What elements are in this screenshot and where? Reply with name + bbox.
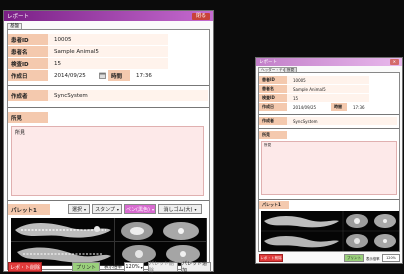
time-field[interactable]: 17:36	[130, 70, 170, 81]
zoom-select[interactable]: 120% ▾	[124, 262, 144, 272]
ct-scan-image[interactable]	[11, 218, 207, 266]
patient-id-label: 患者ID	[8, 34, 48, 45]
close-button[interactable]: 閉る	[191, 12, 210, 20]
calendar-icon[interactable]	[96, 70, 108, 81]
palette-label: パレット1	[259, 201, 289, 209]
patient-id-field[interactable]: 10005	[287, 76, 369, 84]
report-delete-button[interactable]: レポ・ト削除	[259, 254, 283, 262]
chevron-down-icon: ▾	[194, 206, 197, 212]
report-panel: 患者ID 10005 患者名 Sample Animal5 検査ID 15 作成…	[258, 72, 400, 252]
exam-id-row: 検査ID 15	[8, 58, 168, 69]
date-label: 作成日	[259, 103, 287, 111]
stamp-label: スタンプ	[95, 206, 115, 213]
time-field[interactable]: 17:36	[347, 103, 377, 111]
chevron-down-icon: ▾	[151, 206, 154, 212]
date-field[interactable]: 2014/09/25	[287, 103, 331, 111]
select-dropdown[interactable]: 選択 ▾	[68, 204, 90, 214]
findings-label: 所見	[259, 131, 287, 139]
findings-textarea[interactable]: 所見	[261, 141, 397, 195]
title-bar[interactable]: レポート ✕	[256, 58, 402, 66]
date-row: 作成日 2014/09/25 時間 17:36	[8, 70, 198, 81]
palette-toolbar: パレット1 選択 ▾ スタンプ ▾ ペン(黒色) ▾ 消しゴム(大) ▾	[8, 204, 209, 215]
eraser-label: 消しゴム(大)	[163, 206, 193, 213]
patient-name-label: 患者名	[259, 85, 287, 93]
patient-name-field[interactable]: Sample Animal5	[48, 46, 168, 57]
eraser-dropdown[interactable]: 消しゴム(大) ▾	[158, 204, 202, 214]
scan-cell	[115, 218, 207, 242]
date-field[interactable]: 2014/09/25	[48, 70, 96, 81]
exam-id-field[interactable]: 15	[48, 58, 168, 69]
findings-row: 所見	[259, 131, 299, 139]
chevron-down-icon: ▾	[116, 206, 119, 212]
print-label: プリント	[75, 264, 96, 271]
palette-delete-label: パレット削除	[149, 261, 175, 274]
findings-text: 所見	[264, 143, 272, 147]
palette-add-button[interactable]: パレット追加	[181, 261, 211, 274]
date-row: 作成日 2014/09/25 時間 17:36	[259, 103, 389, 111]
patient-name-field[interactable]: Sample Animal5	[287, 85, 369, 93]
print-button[interactable]: プリント	[344, 254, 364, 262]
patient-id-field[interactable]: 10005	[48, 34, 168, 45]
findings-row: 所見	[8, 112, 68, 123]
exam-id-row: 検査ID 15	[259, 94, 369, 102]
chevron-down-icon: ▾	[140, 264, 143, 270]
zoom-value: 120%	[125, 264, 140, 270]
print-button[interactable]: プリント	[72, 262, 100, 272]
window-title: レポート	[259, 60, 277, 65]
date-label: 作成日	[8, 70, 48, 81]
palette-label: パレット1	[8, 204, 50, 215]
scan-cell	[11, 218, 115, 242]
palette-delete-button[interactable]: パレット削除	[148, 261, 178, 274]
report-window-main: レポート 閉る 基盤 患者ID 10005 患者名 Sample Animal5…	[3, 10, 214, 272]
palette-add-label: パレット追加	[182, 261, 208, 274]
author-field[interactable]: SyncSystem	[48, 90, 208, 101]
author-label: 作成者	[259, 117, 287, 125]
exam-id-field[interactable]: 15	[287, 94, 369, 102]
patient-id-label: 患者ID	[259, 76, 287, 84]
findings-label: 所見	[8, 112, 48, 123]
author-label: 作成者	[8, 90, 48, 101]
print-label: プリント	[346, 255, 362, 260]
exam-id-label: 検査ID	[259, 94, 287, 102]
patient-name-row: 患者名 Sample Animal5	[8, 46, 168, 57]
window-title: レポート	[7, 14, 30, 20]
time-label: 時間	[331, 103, 347, 111]
findings-text: 所見	[15, 130, 26, 136]
report-delete-label: レポ・ト削除	[9, 264, 40, 271]
report-window-secondary: レポート ✕ ヘッダー・テキスト 所見 患者ID 10005 患者名 Sampl…	[255, 57, 403, 264]
chevron-down-icon: ▾	[84, 206, 87, 212]
zoom-value: 120%	[386, 256, 396, 260]
pen-dropdown[interactable]: ペン(黒色) ▾	[124, 204, 156, 214]
select-label: 選択	[71, 206, 82, 213]
title-bar[interactable]: レポート 閉る	[4, 11, 213, 21]
findings-textarea[interactable]: 所見	[11, 126, 204, 196]
time-label: 時間	[108, 70, 130, 81]
report-panel: 患者ID 10005 患者名 Sample Animal5 検査ID 15 作成…	[7, 29, 210, 270]
author-row: 作成者 SyncSystem	[259, 117, 399, 125]
patient-name-label: 患者名	[8, 46, 48, 57]
patient-name-row: 患者名 Sample Animal5	[259, 85, 369, 93]
pen-label: ペン(黒色)	[126, 206, 150, 213]
report-delete-label: レポ・ト削除	[260, 255, 282, 260]
author-row: 作成者 SyncSystem	[8, 90, 208, 101]
zoom-select[interactable]: 120%	[382, 254, 400, 262]
zoom-label: 表示倍率	[104, 265, 122, 270]
exam-id-label: 検査ID	[8, 58, 48, 69]
report-delete-button[interactable]: レポ・ト削除	[8, 262, 42, 272]
zoom-label: 表示倍率	[366, 257, 380, 261]
patient-id-row: 患者ID 10005	[8, 34, 168, 45]
patient-id-row: 患者ID 10005	[259, 76, 369, 84]
author-field[interactable]: SyncSystem	[287, 117, 397, 125]
stamp-dropdown[interactable]: スタンプ ▾	[92, 204, 122, 214]
ct-scan-image[interactable]	[261, 211, 399, 251]
close-button[interactable]: ✕	[389, 59, 399, 65]
